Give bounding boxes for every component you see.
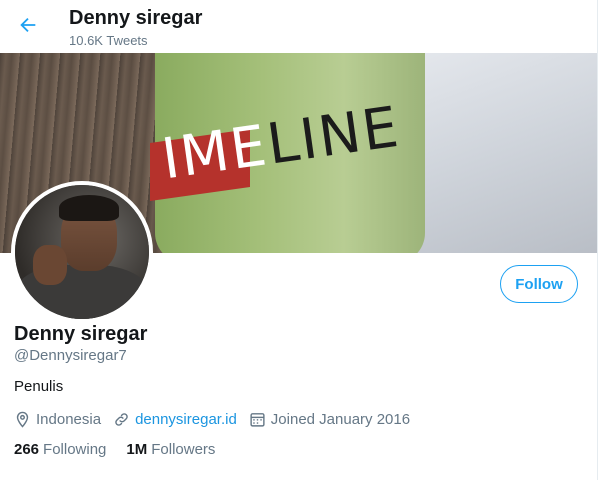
calendar-icon xyxy=(250,412,265,427)
location-item: Indonesia xyxy=(14,411,101,428)
back-arrow-icon xyxy=(20,17,36,33)
back-button[interactable] xyxy=(12,9,44,41)
following-label: Following xyxy=(43,441,107,458)
followers-label: Followers xyxy=(151,441,216,458)
following-link[interactable]: 266 Following xyxy=(14,441,106,458)
website-link[interactable]: dennysiregar.id xyxy=(135,411,237,428)
header-title: Denny siregar xyxy=(69,7,203,29)
profile-stats: 266 Following 1M Followers xyxy=(14,441,235,458)
joined-text: Joined January 2016 xyxy=(270,410,411,428)
profile-handle: @Dennysiregar7 xyxy=(14,347,127,364)
profile-avatar[interactable] xyxy=(11,181,153,323)
website-item[interactable]: dennysiregar.id xyxy=(113,411,237,428)
link-icon xyxy=(115,412,128,426)
profile-bio: Penulis xyxy=(14,378,64,395)
joined-item: Joined January 2016 xyxy=(249,411,410,428)
profile-name: Denny siregar xyxy=(14,323,148,345)
follow-button[interactable]: Follow xyxy=(500,265,578,303)
profile-column: Denny siregar 10.6K Tweets IMELINE Follo… xyxy=(0,0,598,480)
location-icon xyxy=(16,411,29,428)
profile-meta: Indonesia dennysiregar.id Joined January… xyxy=(14,408,422,430)
followers-link[interactable]: 1M Followers xyxy=(126,441,215,458)
profile-header: Denny siregar 10.6K Tweets xyxy=(0,0,597,53)
tweet-count: 10.6K Tweets xyxy=(69,33,148,48)
followers-count: 1M xyxy=(126,441,148,458)
following-count: 266 xyxy=(14,441,40,458)
page-margin xyxy=(598,0,616,480)
location-text: Indonesia xyxy=(36,410,102,428)
